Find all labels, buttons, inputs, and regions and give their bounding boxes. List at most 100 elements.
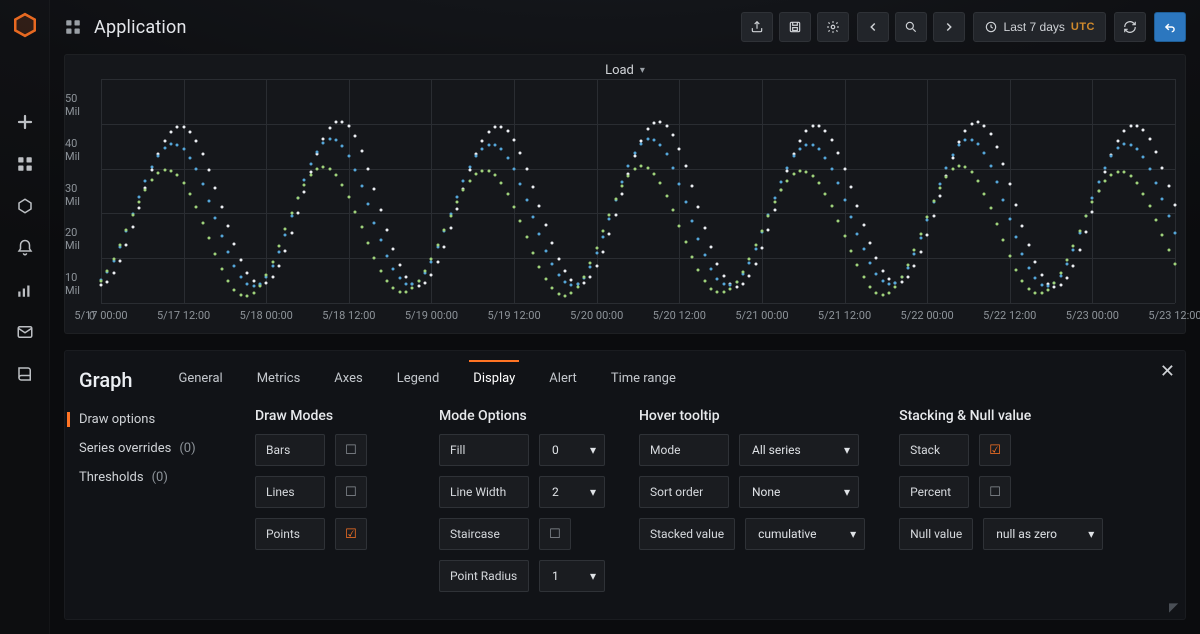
hover-mode-select[interactable]: All series ▾ (739, 434, 859, 466)
dashboards-icon[interactable] (13, 152, 37, 176)
fill-select[interactable]: 0 ▾ (539, 434, 605, 466)
side-item-thresholds[interactable]: Thresholds (0) (79, 470, 229, 485)
mode-options-title: Mode Options (439, 408, 605, 424)
panel-title[interactable]: Load ▾ (605, 63, 645, 78)
x-tick-label: 5/18 12:00 (322, 309, 375, 322)
topbar-left: Application (64, 17, 187, 38)
tab-display[interactable]: Display (461, 361, 527, 398)
add-icon[interactable] (13, 110, 37, 134)
x-tick-label: 5/20 12:00 (653, 309, 706, 322)
save-group (741, 12, 849, 42)
y-tick-label: 50 Mil (65, 92, 95, 118)
hover-mode-label: Mode (639, 434, 729, 466)
dashboard-grid-icon[interactable] (64, 18, 82, 36)
x-tick-label: 5/22 00:00 (901, 309, 954, 322)
pointradius-select[interactable]: 1 ▾ (539, 560, 605, 592)
hover-stacked-value: cumulative (758, 527, 816, 541)
tab-general[interactable]: General (166, 361, 234, 398)
draw-modes-title: Draw Modes (255, 408, 405, 424)
stack-checkbox[interactable]: ☑ (979, 434, 1011, 466)
refresh-button[interactable] (1114, 12, 1146, 42)
chart-plot-area[interactable] (101, 79, 1175, 303)
editor-tabs: General MetricsAxes LegendDisplay Alert Time… (166, 361, 687, 398)
chevron-down-icon: ▾ (850, 527, 856, 541)
topbar: Application (50, 0, 1200, 54)
null-value-value: null as zero (996, 527, 1057, 541)
panel-editor: Graph General MetricsAxes LegendDisplay Ale… (64, 350, 1186, 620)
hover-stacked-label: Stacked value (639, 518, 735, 550)
brand-logo-icon[interactable] (12, 12, 38, 38)
hover-sort-label: Sort order (639, 476, 729, 508)
fill-value: 0 (552, 443, 559, 457)
lines-label: Lines (255, 476, 325, 508)
chevron-down-icon: ▾ (844, 443, 850, 457)
bars-checkbox[interactable]: ☐ (335, 434, 367, 466)
fill-label: Fill (439, 434, 529, 466)
staircase-label: Staircase (439, 518, 529, 550)
tab-metrics[interactable]: Metrics (245, 361, 313, 398)
points-checkbox[interactable]: ☑ (335, 518, 367, 550)
timerange-button[interactable]: Last 7 days UTC (973, 12, 1106, 42)
left-nav-rail (0, 0, 50, 634)
save-button[interactable] (779, 12, 811, 42)
bell-icon[interactable] (13, 236, 37, 260)
side-item-draw-options[interactable]: Draw options (79, 412, 229, 427)
chart-points (101, 79, 1175, 303)
x-tick-label: 5/17 00:00 (74, 309, 127, 322)
side-item-count: (0) (152, 470, 168, 485)
bars-label: Bars (255, 434, 325, 466)
pointradius-label: Point Radius (439, 560, 529, 592)
panel-title-text: Load (605, 63, 634, 78)
side-item-series-overrides[interactable]: Series overrides (0) (79, 441, 229, 456)
settings-button[interactable] (817, 12, 849, 42)
stack-title: Stacking & Null value (899, 408, 1109, 424)
zoom-forward-button[interactable] (933, 12, 965, 42)
lines-checkbox[interactable]: ☐ (335, 476, 367, 508)
x-tick-label: 5/21 12:00 (818, 309, 871, 322)
hover-stacked-select[interactable]: cumulative ▾ (745, 518, 865, 550)
tab-alert[interactable]: Alert (537, 361, 589, 398)
linewidth-select[interactable]: 2 ▾ (539, 476, 605, 508)
percent-checkbox[interactable]: ☐ (979, 476, 1011, 508)
pointradius-value: 1 (552, 569, 559, 583)
editor-body: Draw options Series overrides (0) Threshol… (79, 408, 1171, 602)
x-tick-label: 5/20 00:00 (570, 309, 623, 322)
tab-time-range[interactable]: Time range (599, 361, 688, 398)
book-icon[interactable] (13, 362, 37, 386)
editor-title: Graph (79, 368, 132, 392)
x-tick-label: 5/19 12:00 (487, 309, 540, 322)
chevron-down-icon: ▾ (1088, 527, 1094, 541)
chevron-down-icon: ▾ (590, 443, 596, 457)
tab-axes[interactable]: Axes (322, 361, 374, 398)
zoom-back-button[interactable] (857, 12, 889, 42)
back-button[interactable] (1154, 12, 1186, 42)
null-label: Null value (899, 518, 973, 550)
bars-icon[interactable] (13, 278, 37, 302)
share-button[interactable] (741, 12, 773, 42)
y-tick-label: 40 Mil (65, 137, 95, 163)
timerange-label: Last 7 days (1004, 20, 1065, 34)
hover-title: Hover tooltip (639, 408, 865, 424)
chart-panel[interactable]: Load ▾ 010 Mil20 Mil30 Mil40 Mil50 Mil 5… (64, 54, 1186, 334)
hover-sort-value: None (752, 485, 780, 499)
editor-side-list: Draw options Series overrides (0) Threshol… (79, 408, 229, 602)
points-label: Points (255, 518, 325, 550)
zoom-group (857, 12, 965, 42)
envelope-icon[interactable] (13, 320, 37, 344)
close-icon[interactable]: ✕ (1160, 361, 1175, 382)
y-tick-label: 30 Mil (65, 182, 95, 208)
null-value-select[interactable]: null as zero ▾ (983, 518, 1103, 550)
hexagon-icon[interactable] (13, 194, 37, 218)
linewidth-label: Line Width (439, 476, 529, 508)
zoom-button[interactable] (895, 12, 927, 42)
tab-legend[interactable]: Legend (385, 361, 452, 398)
side-item-count: (0) (179, 441, 195, 456)
panel-title-caret-icon: ▾ (640, 65, 645, 76)
page-root: Application (50, 0, 1200, 634)
hover-sort-select[interactable]: None ▾ (739, 476, 859, 508)
resize-handle-icon[interactable]: ◣ (1167, 603, 1181, 612)
staircase-checkbox[interactable]: ☐ (539, 518, 571, 550)
y-tick-label: 10 Mil (65, 271, 95, 297)
chevron-down-icon: ▾ (590, 485, 596, 499)
dashboard-title[interactable]: Application (94, 17, 187, 38)
